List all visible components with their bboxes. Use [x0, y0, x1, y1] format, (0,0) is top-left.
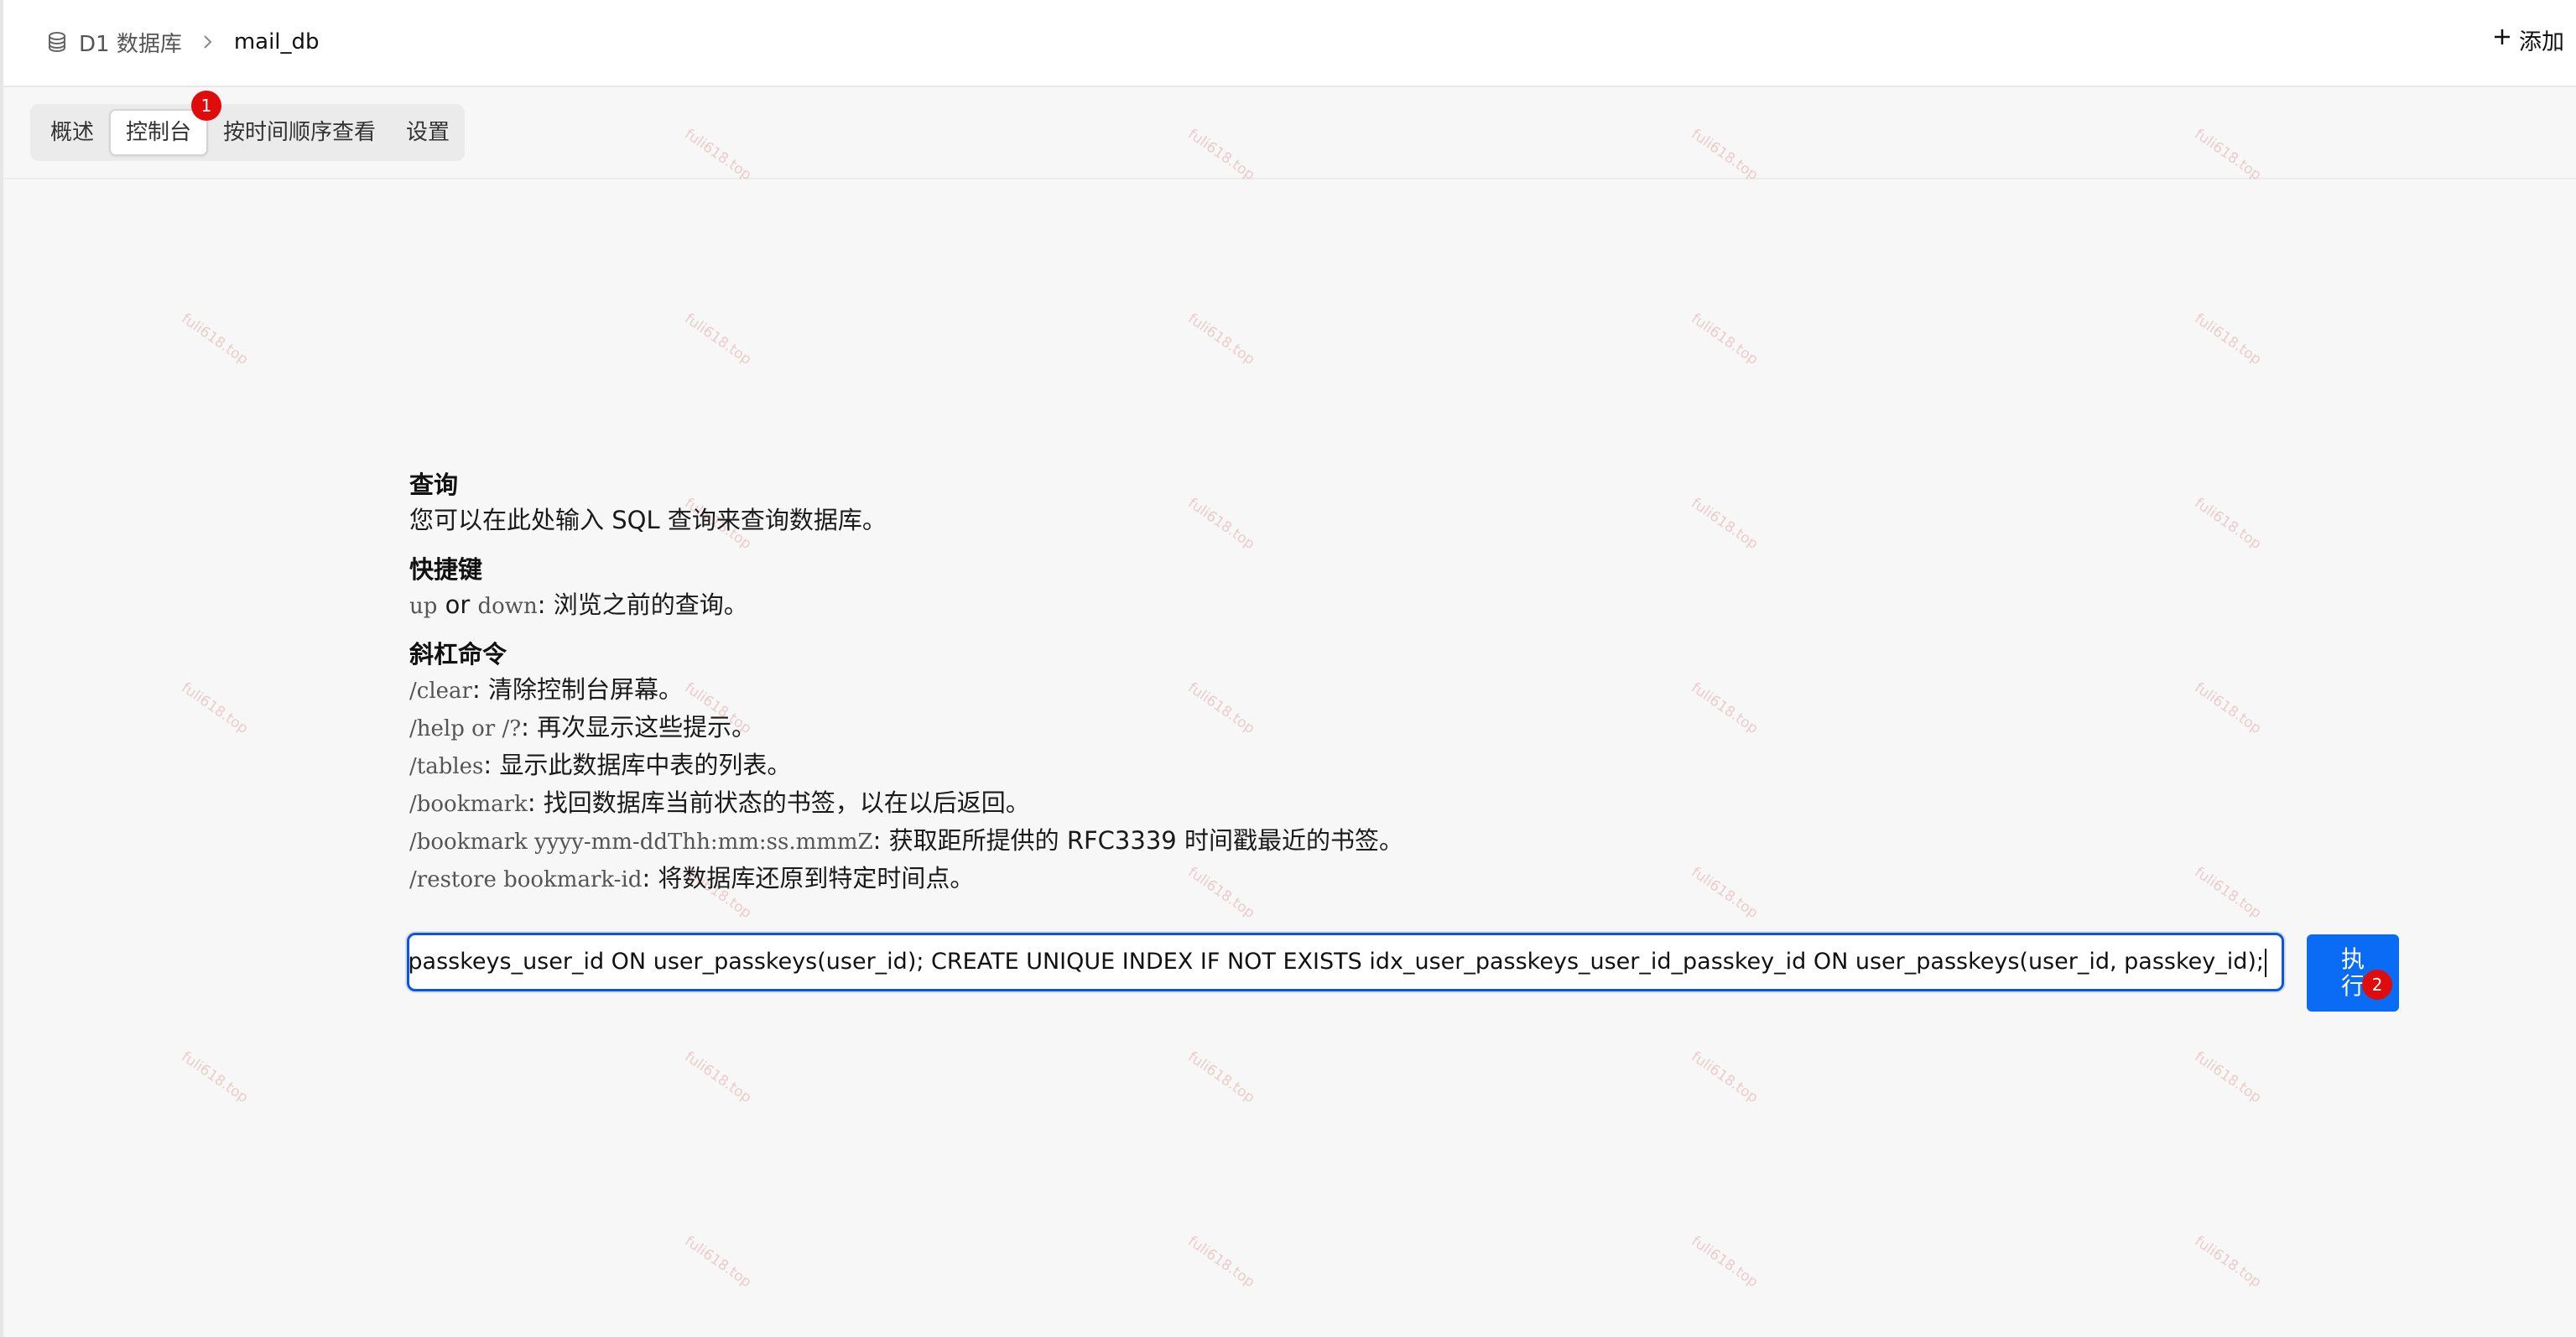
add-button[interactable]: 添加	[2492, 23, 2564, 56]
shortcut-description: : 浏览之前的查询。	[537, 590, 748, 619]
watermark-text: fuli618.top	[2191, 1048, 2265, 1107]
execute-button-badge: 2	[2362, 970, 2392, 1000]
watermark-text: fuli618.top	[2191, 310, 2265, 369]
watermark-text: fuli618.top	[2191, 1233, 2265, 1292]
watermark-text: fuli618.top	[681, 1233, 755, 1292]
top-header: D1 数据库 mail_db 添加	[3, 0, 2576, 87]
breadcrumb-current-database: mail_db	[233, 29, 320, 55]
command-restore: /restore bookmark-id: 将数据库还原到特定时间点。	[409, 860, 1668, 897]
shortcut-line: up or down: 浏览之前的查询。	[409, 586, 1668, 624]
watermark-text: fuli618.top	[1184, 1233, 1258, 1292]
shortcut-up-key: up	[409, 594, 438, 619]
command-name: /restore bookmark-id	[409, 867, 643, 892]
breadcrumb: D1 数据库 mail_db	[45, 25, 320, 59]
execute-button[interactable]: 执行 2	[2307, 934, 2399, 1012]
command-clear: /clear: 清除控制台屏幕。	[409, 671, 1668, 709]
help-spacer	[409, 539, 1668, 553]
slash-commands-heading: 斜杠命令	[409, 640, 507, 668]
tab-bar-area: 概述 控制台 1 按时间顺序查看 设置	[3, 87, 2576, 179]
watermark-text: fuli618.top	[1184, 310, 1258, 369]
tab-overview[interactable]: 概述	[35, 109, 109, 156]
tab-console[interactable]: 控制台 1	[109, 91, 222, 156]
watermark-text: fuli618.top	[1688, 310, 1762, 369]
execute-button-label: 执行	[2340, 945, 2365, 1000]
watermark-text: fuli618.top	[1688, 864, 1762, 923]
command-description: : 找回数据库当前状态的书签，以在以后返回。	[527, 788, 1030, 817]
command-description: : 将数据库还原到特定时间点。	[642, 864, 975, 892]
query-description: 您可以在此处输入 SQL 查询来查询数据库。	[409, 506, 887, 534]
sql-query-input-value-wrap: ISTS idx_user_passkeys_user_id ON user_p…	[407, 935, 2266, 989]
sql-query-input[interactable]: ISTS idx_user_passkeys_user_id ON user_p…	[407, 933, 2284, 991]
command-description: : 清除控制台屏幕。	[471, 675, 683, 704]
chevron-right-icon	[202, 34, 214, 50]
help-spacer	[409, 624, 1668, 637]
tab-console-label: 控制台	[126, 120, 192, 145]
command-bookmark-timestamp: /bookmark yyyy-mm-ddThh:mm:ss.mmmZ: 获取距所…	[409, 822, 1668, 860]
plus-icon	[2492, 27, 2512, 53]
command-name: /clear	[409, 679, 472, 704]
watermark-text: fuli618.top	[1184, 1048, 1258, 1107]
shortcut-down-key: down	[477, 594, 538, 619]
watermark-text: fuli618.top	[1688, 679, 1762, 738]
d1-console-page: D1 数据库 mail_db 添加 概述 控制台 1 按时间顺序查看 设置 fu…	[0, 0, 2576, 1337]
watermark-text: fuli618.top	[681, 310, 755, 369]
tab-time-travel-label: 按时间顺序查看	[223, 120, 377, 145]
shortcuts-heading: 快捷键	[409, 555, 483, 584]
watermark-text: fuli618.top	[2191, 864, 2265, 923]
query-heading: 查询	[409, 471, 459, 499]
watermark-text: fuli618.top	[2191, 679, 2265, 738]
tab-time-travel[interactable]: 按时间顺序查看	[208, 109, 391, 156]
command-description: : 获取距所提供的 RFC3339 时间戳最近的书签。	[872, 826, 1403, 855]
tab-settings-label: 设置	[406, 120, 450, 145]
tab-overview-label: 概述	[50, 120, 95, 145]
command-bookmark: /bookmark: 找回数据库当前状态的书签，以在以后返回。	[409, 784, 1668, 822]
command-tables: /tables: 显示此数据库中表的列表。	[409, 747, 1668, 784]
command-name: /bookmark yyyy-mm-ddThh:mm:ss.mmmZ	[409, 830, 873, 855]
text-caret	[2265, 948, 2266, 977]
command-name: /bookmark	[409, 792, 528, 817]
command-description: : 显示此数据库中表的列表。	[483, 751, 792, 779]
command-help: /help or /?: 再次显示这些提示。	[409, 709, 1668, 747]
command-name: /tables	[409, 754, 484, 779]
shortcut-or-text: or	[437, 590, 478, 619]
sql-query-input-value: ISTS idx_user_passkeys_user_id ON user_p…	[407, 949, 2264, 975]
watermark-text: fuli618.top	[178, 310, 252, 369]
watermark-text: fuli618.top	[681, 1048, 755, 1107]
add-button-label: 添加	[2519, 29, 2564, 55]
watermark-text: fuli618.top	[1688, 1233, 1762, 1292]
console-help: 查询 您可以在此处输入 SQL 查询来查询数据库。 快捷键 up or down…	[409, 468, 1668, 897]
tab-settings[interactable]: 设置	[391, 109, 465, 156]
watermark-text: fuli618.top	[178, 1048, 252, 1107]
watermark-text: fuli618.top	[2191, 495, 2265, 554]
database-icon	[45, 30, 69, 54]
command-name: /help or /?	[409, 716, 522, 741]
watermark-text: fuli618.top	[1688, 495, 1762, 554]
watermark-text: fuli618.top	[1688, 1048, 1762, 1107]
breadcrumb-d1-databases-link[interactable]: D1 数据库	[79, 27, 182, 58]
tab-list: 概述 控制台 1 按时间顺序查看 设置	[30, 91, 465, 161]
watermark-text: fuli618.top	[178, 679, 252, 738]
command-description: : 再次显示这些提示。	[521, 713, 757, 741]
